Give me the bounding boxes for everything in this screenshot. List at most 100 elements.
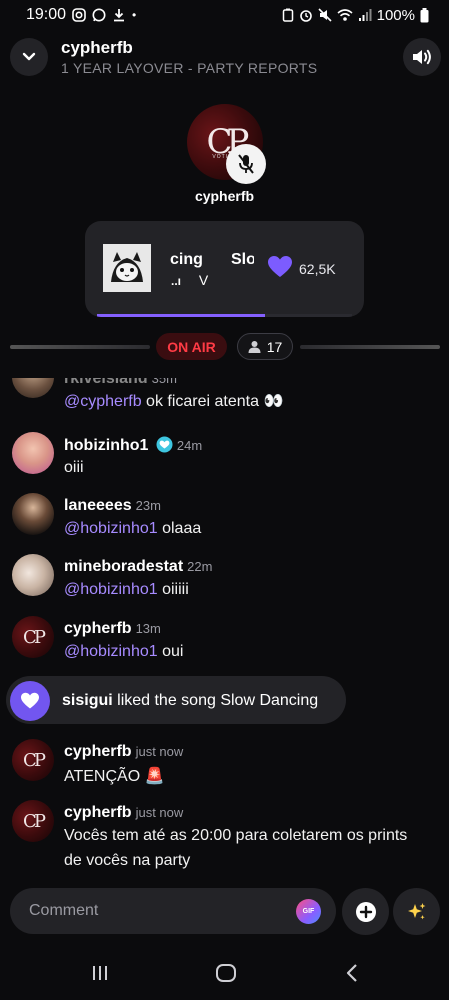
equalizer-icon: ..ı: [171, 274, 182, 288]
speaker-icon: [413, 49, 431, 65]
message-mention[interactable]: @hobizinho1: [64, 581, 158, 598]
album-art: [103, 244, 151, 292]
message-time: 23m: [135, 498, 161, 513]
alarm-icon: [299, 10, 312, 22]
collapse-button[interactable]: [10, 38, 48, 76]
message-author-name: cypherfb: [64, 620, 132, 637]
composer: Comment GIF: [0, 888, 449, 936]
avatar[interactable]: CP: [12, 739, 54, 781]
message-time: just now: [135, 744, 184, 759]
like-event-body: liked the song Slow Dancing: [112, 692, 319, 709]
host-name: cypherfb: [194, 188, 255, 204]
whatsapp-icon: [92, 8, 106, 22]
comment-input[interactable]: Comment GIF: [10, 888, 336, 934]
comment-placeholder: Comment: [29, 902, 99, 919]
person-icon: [248, 341, 261, 353]
message-text: ATENÇÃO 🚨: [64, 768, 165, 785]
message-author[interactable]: rkiveisland 35m: [64, 378, 177, 388]
wifi-icon: [337, 9, 353, 21]
song-title-marquee: cing Slo: [170, 251, 254, 271]
battery-icon: [420, 7, 429, 22]
avatar[interactable]: [12, 378, 54, 398]
home-button[interactable]: [206, 959, 246, 987]
avatar[interactable]: [12, 432, 54, 474]
gif-button[interactable]: GIF: [296, 899, 321, 924]
instagram-icon: [72, 8, 86, 22]
message-author[interactable]: cypherfb just now: [64, 743, 183, 761]
avatar[interactable]: CP: [12, 800, 54, 842]
status-bar: 19:00 • 100%: [0, 0, 449, 30]
heart-icon: [268, 256, 292, 277]
message-text: @hobizinho1 oiiiii: [64, 581, 189, 599]
chevron-down-icon: [22, 52, 36, 61]
mute-icon: [318, 8, 332, 22]
like-event-user[interactable]: sisigui: [62, 692, 113, 709]
message-mention[interactable]: @hobizinho1: [64, 643, 158, 660]
album-art-image: [103, 244, 151, 292]
message-author[interactable]: cypherfb 13m: [64, 620, 161, 638]
recent-apps-button[interactable]: [80, 959, 120, 987]
avatar[interactable]: [12, 554, 54, 596]
divider-right: [300, 345, 440, 349]
back-button[interactable]: [332, 959, 372, 987]
avatar[interactable]: CP: [12, 616, 54, 658]
on-air-badge: ON AIR: [156, 333, 227, 360]
message-text-line1: Vocês tem até as 20:00 para coletarem os…: [64, 827, 408, 844]
message-author-name: mineboradestat: [64, 558, 184, 575]
plus-circle-icon: [355, 901, 376, 922]
like-song-button[interactable]: [267, 255, 293, 284]
signal-icon: [358, 9, 372, 21]
message-body: ok ficarei atenta 👀: [141, 393, 284, 410]
message-author[interactable]: mineboradestat 22m: [64, 558, 212, 576]
listener-count: 17: [266, 338, 283, 355]
message-author-name: cypherfb: [64, 804, 132, 821]
song-title-part-a: cing: [170, 251, 203, 268]
effects-button[interactable]: [393, 888, 440, 935]
chat-feed[interactable]: rkiveisland 35m @cypherfb ok ficarei aten…: [0, 378, 449, 883]
message-author[interactable]: cypherfb just now: [64, 804, 183, 822]
battery-percent: 100%: [376, 6, 415, 24]
avatar[interactable]: [12, 493, 54, 535]
message-body: olaaa: [157, 520, 202, 537]
back-arrow-icon: [346, 964, 357, 982]
message-text: @cypherfb ok ficarei atenta 👀: [64, 391, 283, 411]
message-text: @hobizinho1 oui: [64, 643, 183, 661]
battery-saver-icon: [282, 8, 293, 22]
message-author-name: hobizinho1: [64, 437, 149, 454]
divider-left: [10, 345, 150, 349]
notification-dot-icon: •: [132, 8, 137, 22]
message-time: 24m: [176, 438, 203, 453]
home-icon: [216, 964, 236, 982]
message-text-line2: de vocês na party: [64, 852, 191, 869]
speaker-button[interactable]: [403, 38, 441, 76]
message-time: 22m: [187, 559, 213, 574]
add-button[interactable]: [342, 888, 389, 935]
message-text: oiii: [64, 459, 84, 476]
message-mention[interactable]: @cypherfb: [64, 393, 142, 410]
message-author[interactable]: laneeees 23m: [64, 497, 161, 515]
room-name: cypherfb: [61, 38, 133, 57]
song-title-part-b: Slo: [231, 251, 254, 268]
recent-apps-icon: [93, 966, 107, 980]
status-time: 19:00: [26, 6, 67, 23]
song-artist-row: ..ı V: [171, 272, 208, 288]
message-body: oui: [157, 643, 184, 660]
avatar-logo-text: CP: [23, 749, 46, 771]
room-subtitle: 1 YEAR LAYOVER - PARTY REPORTS: [61, 60, 318, 76]
song-like-event: sisigui liked the song Slow Dancing: [6, 676, 346, 724]
song-progress-track: [97, 314, 352, 317]
avatar-logo-text: CP: [23, 810, 46, 832]
message-text: @hobizinho1 olaaa: [64, 520, 201, 538]
song-like-count: 62,5K: [299, 261, 336, 277]
mic-off-icon: [238, 154, 254, 174]
message-time: 35m: [151, 378, 177, 386]
heart-icon: [21, 692, 39, 709]
message-author[interactable]: hobizinho1 24m: [64, 436, 202, 455]
status-right: 100%: [282, 7, 429, 24]
mic-muted-badge: [226, 144, 266, 184]
listener-count-button[interactable]: 17: [237, 333, 293, 360]
status-left: 19:00 •: [26, 6, 136, 24]
message-author-name: laneeees: [64, 497, 132, 514]
message-mention[interactable]: @hobizinho1: [64, 520, 158, 537]
now-playing-card[interactable]: cing Slo ..ı V 62,5K: [85, 221, 364, 317]
